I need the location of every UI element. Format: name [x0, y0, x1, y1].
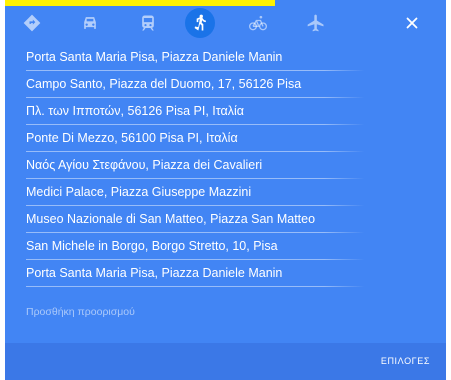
- stop-field[interactable]: Medici Palace, Piazza Giuseppe Mazzini: [5, 179, 446, 206]
- stop-field[interactable]: San Michele in Borgo, Borgo Stretto, 10,…: [5, 233, 446, 260]
- bicycle-icon: [249, 15, 267, 31]
- stop-text: Porta Santa Maria Pisa, Piazza Daniele M…: [26, 44, 365, 71]
- stop-field[interactable]: Πλ. των Ιπποτών, 56126 Pisa PI, Ιταλία: [5, 98, 446, 125]
- stop-text: Porta Santa Maria Pisa, Piazza Daniele M…: [26, 260, 365, 287]
- travel-mode-bar: [5, 6, 446, 40]
- stop-text: Medici Palace, Piazza Giuseppe Mazzini: [26, 179, 365, 206]
- stop-text: Campo Santo, Piazza del Duomo, 17, 56126…: [26, 71, 365, 98]
- train-icon: [142, 15, 154, 31]
- stop-field[interactable]: Campo Santo, Piazza del Duomo, 17, 56126…: [5, 71, 446, 98]
- stop-field[interactable]: Ponte Di Mezzo, 56100 Pisa PI, Ιταλία: [5, 125, 446, 152]
- stop-text: San Michele in Borgo, Borgo Stretto, 10,…: [26, 233, 365, 260]
- options-button[interactable]: ΕΠΙΛΟΓΕΣ: [381, 356, 430, 366]
- add-destination-button[interactable]: Προσθήκη προορισμού: [26, 306, 135, 318]
- stop-text: Ναός Αγίου Στεφάνου, Piazza dei Cavalier…: [26, 152, 365, 179]
- stop-text: Πλ. των Ιπποτών, 56126 Pisa PI, Ιταλία: [26, 98, 365, 125]
- airplane-icon: [307, 14, 324, 32]
- footer-bar: ΕΠΙΛΟΓΕΣ: [5, 343, 446, 380]
- stop-text: Museo Nazionale di San Matteo, Piazza Sa…: [26, 206, 365, 233]
- close-button[interactable]: [397, 8, 427, 38]
- walking-icon: [194, 14, 206, 31]
- walking-button[interactable]: [185, 8, 215, 38]
- transit-button[interactable]: [133, 8, 163, 38]
- stop-field[interactable]: Porta Santa Maria Pisa, Piazza Daniele M…: [5, 44, 446, 71]
- directions-panel: Porta Santa Maria Pisa, Piazza Daniele M…: [5, 0, 446, 380]
- stop-field[interactable]: Porta Santa Maria Pisa, Piazza Daniele M…: [5, 260, 446, 287]
- driving-button[interactable]: [75, 8, 105, 38]
- stops-list: Porta Santa Maria Pisa, Piazza Daniele M…: [5, 44, 446, 287]
- stop-field[interactable]: Ναός Αγίου Στεφάνου, Piazza dei Cavalier…: [5, 152, 446, 179]
- car-icon: [84, 17, 96, 29]
- flights-button[interactable]: [301, 8, 331, 38]
- best-route-button[interactable]: [17, 8, 47, 38]
- stop-text: Ponte Di Mezzo, 56100 Pisa PI, Ιταλία: [26, 125, 365, 152]
- cycling-button[interactable]: [243, 8, 273, 38]
- diamond-route-icon: [23, 14, 41, 32]
- close-icon: [406, 17, 418, 29]
- stop-field[interactable]: Museo Nazionale di San Matteo, Piazza Sa…: [5, 206, 446, 233]
